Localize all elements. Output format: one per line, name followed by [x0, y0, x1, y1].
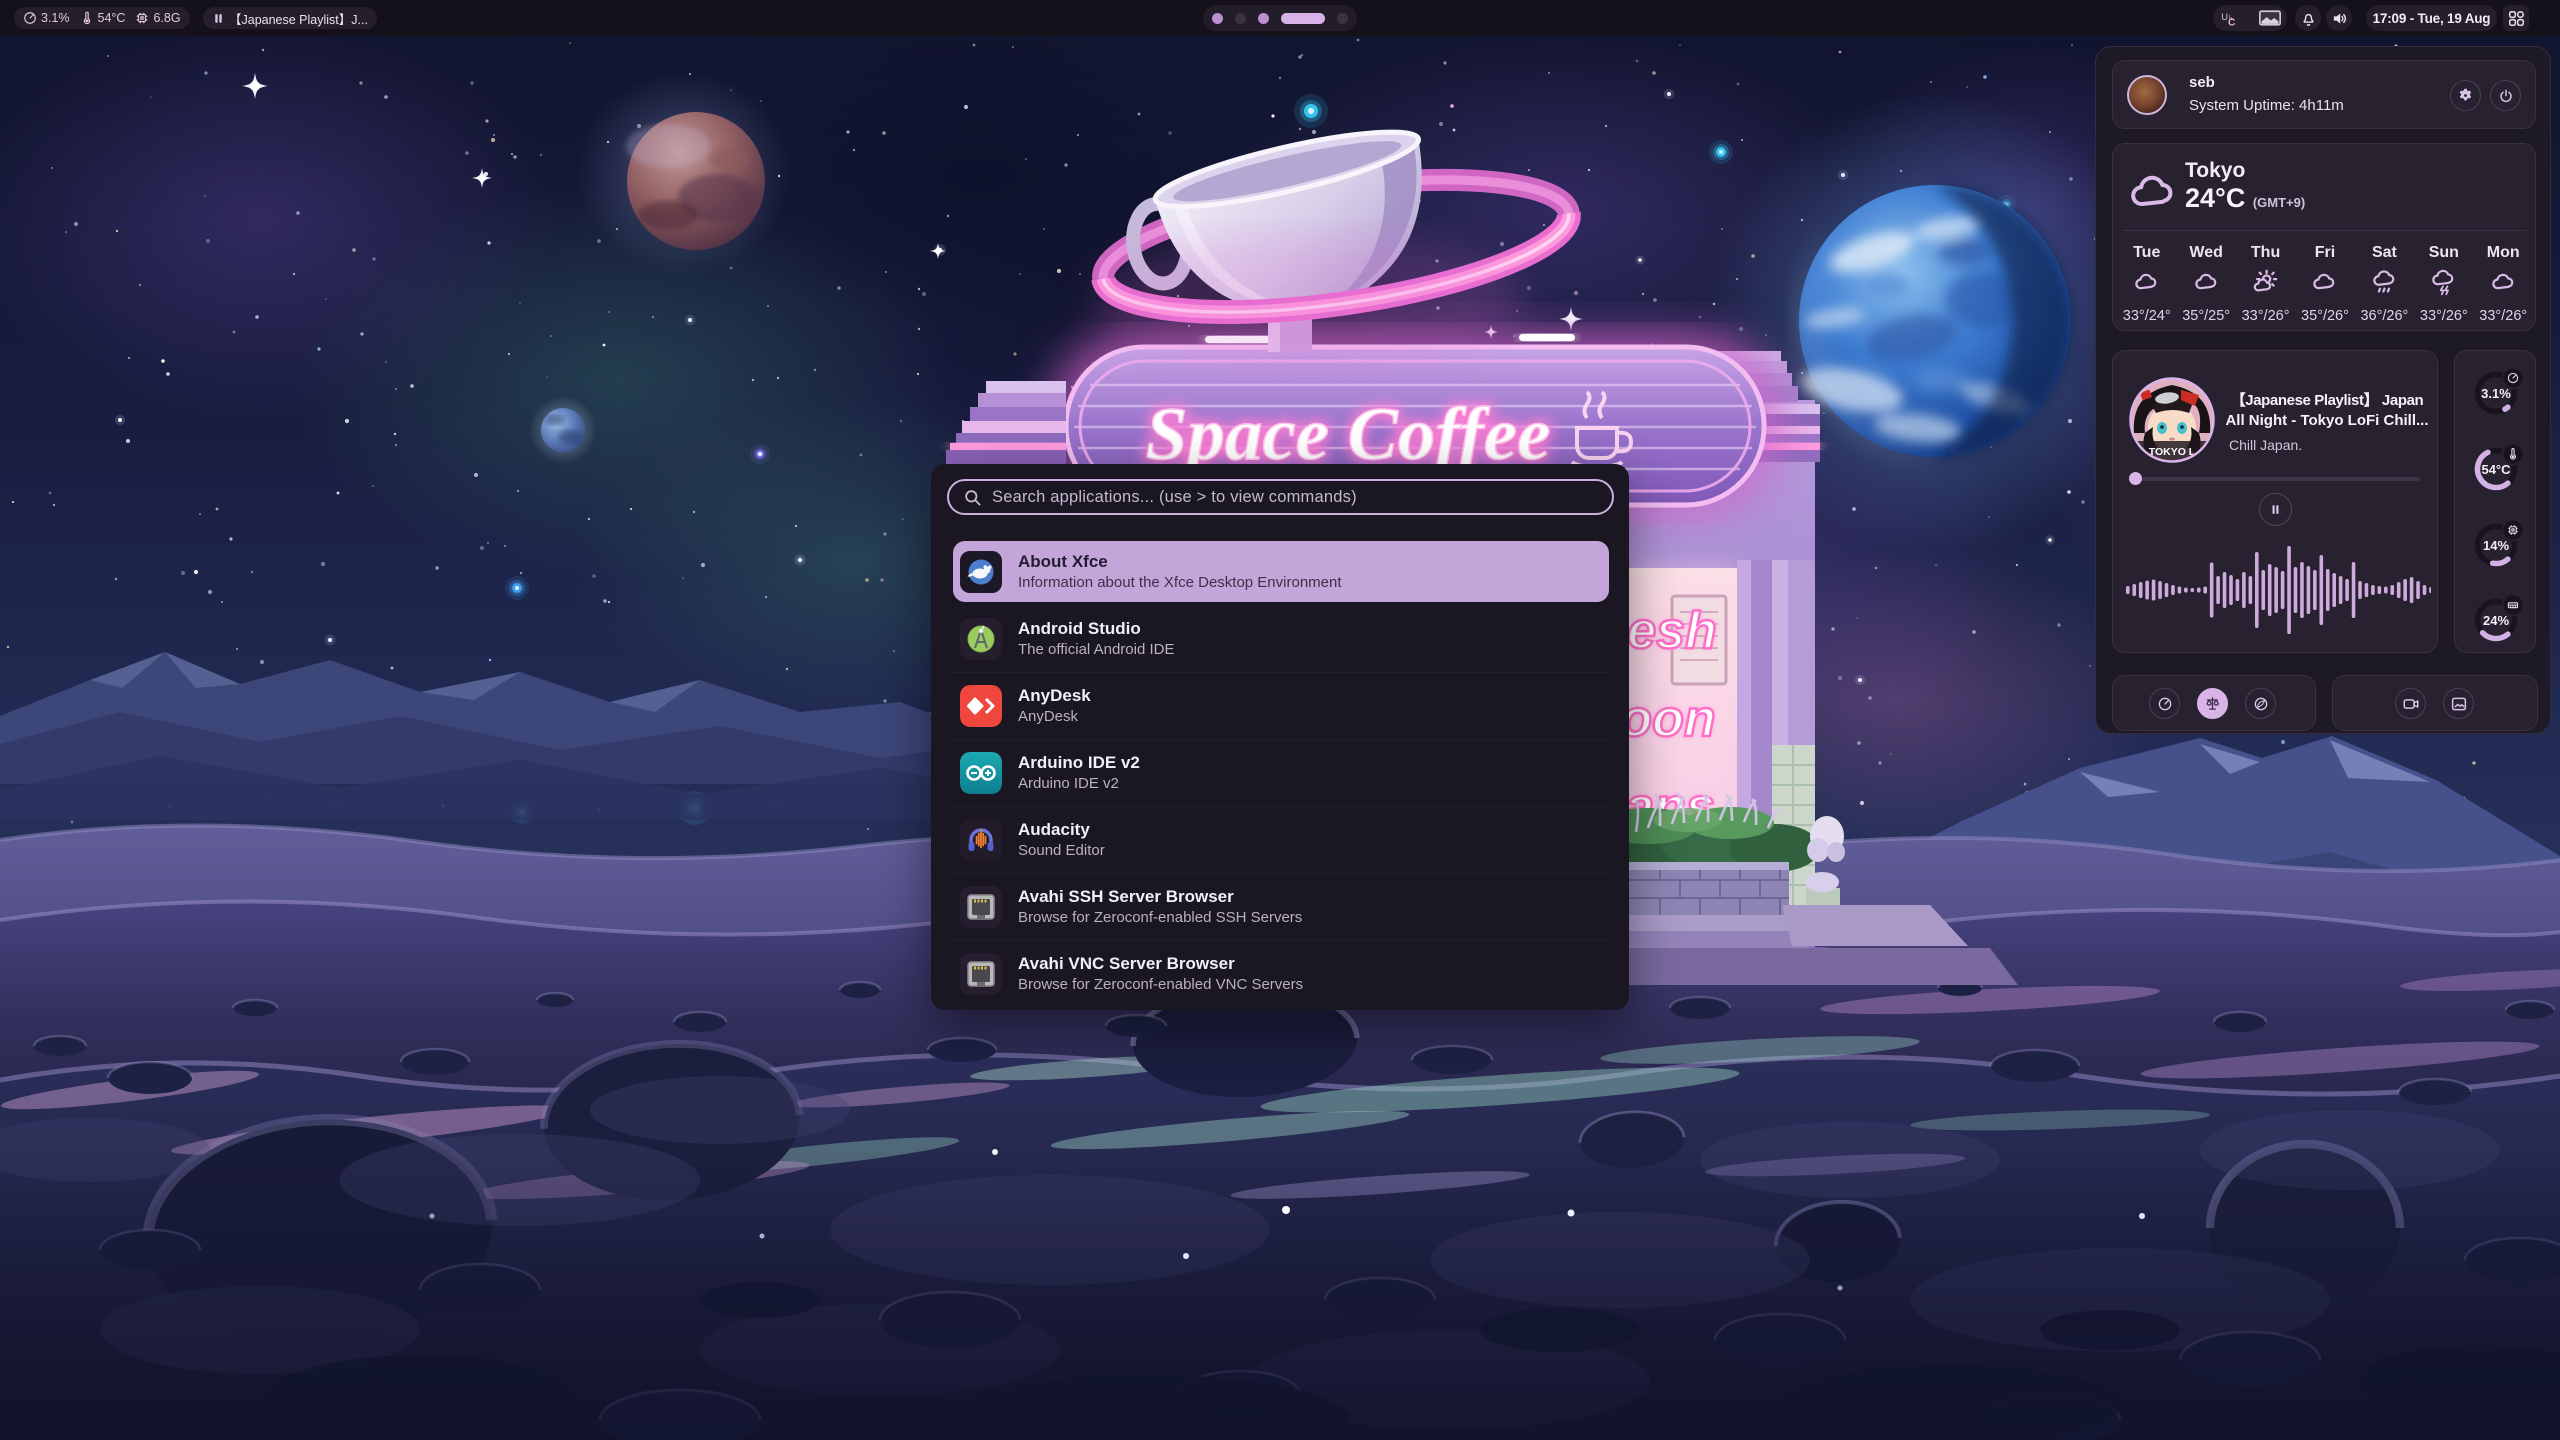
svg-text:oon: oon	[1620, 690, 1715, 748]
svg-text:TOKYO L: TOKYO L	[2149, 446, 2196, 458]
svg-text:esh: esh	[1627, 602, 1717, 660]
svg-text:C: C	[2228, 17, 2236, 27]
